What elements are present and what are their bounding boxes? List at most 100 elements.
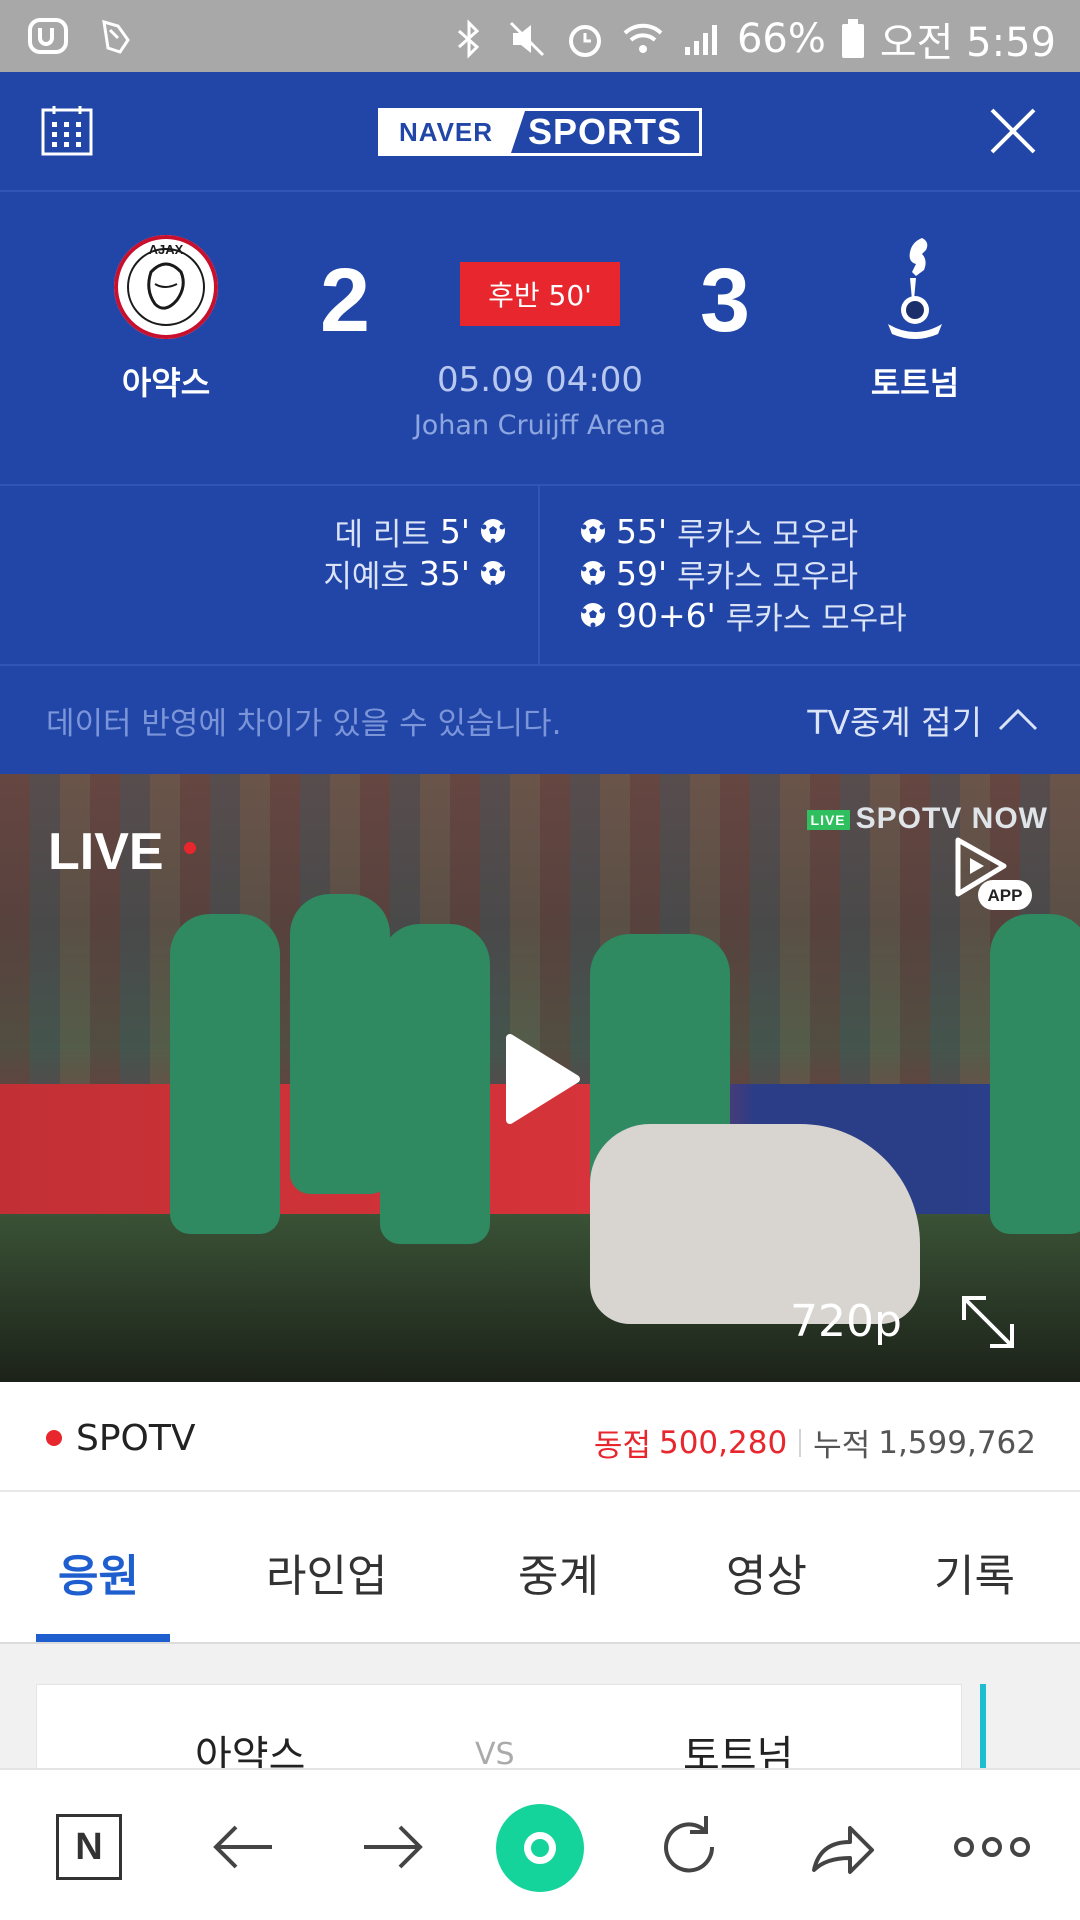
app-label: APP xyxy=(988,886,1023,905)
battery-percent: 66% xyxy=(736,16,826,62)
live-badge: LIVE xyxy=(806,810,850,831)
clock: 오전 5:59 xyxy=(879,20,1056,66)
live-label: LIVE xyxy=(48,823,164,881)
naver-home-button[interactable]: N xyxy=(56,1814,122,1880)
scorers-divider xyxy=(538,486,540,666)
away-scorers: 55' 루카스 모우라 59' 루카스 모우라 90+6' 루카스 모우라 xyxy=(580,510,907,637)
next-card-edge xyxy=(980,1684,986,1768)
alarm-icon xyxy=(568,25,601,57)
video-frame-player xyxy=(590,1124,920,1324)
naver-sports-logo[interactable]: NAVER SPORTS xyxy=(378,108,702,156)
wifi-icon xyxy=(623,23,663,53)
cheer-content: 아약스 VS 토트넘 xyxy=(0,1644,1080,1768)
goal-minute: 59' xyxy=(616,553,668,593)
scoreboard: AJAX 아약스 2 후반 50' 3 토트넘 05.09 04:00 Joha… xyxy=(0,192,1080,484)
away-score: 3 xyxy=(700,251,751,351)
tab-lineup[interactable]: 라인업 xyxy=(266,1540,387,1604)
goal-minute: 90+6' xyxy=(616,595,716,635)
goal-minute: 55' xyxy=(616,511,668,551)
home-score: 2 xyxy=(320,251,371,351)
scorer-name: 지예흐 xyxy=(323,558,409,595)
viewer-counts: 동접 500,280 누적 1,599,762 xyxy=(594,1420,1036,1465)
soccer-ball-icon xyxy=(481,561,505,586)
scorer-name: 루카스 모우라 xyxy=(677,516,859,553)
live-video-player[interactable]: LIVE LIVE SPOTV NOW APP 720p xyxy=(0,774,1080,1382)
browser-bottom-nav: N xyxy=(0,1768,1080,1920)
scorer-row: 55' 루카스 모우라 xyxy=(580,510,907,553)
match-datetime: 05.09 04:00 xyxy=(436,360,644,400)
video-frame-player xyxy=(990,914,1080,1234)
more-icon[interactable] xyxy=(952,1810,1032,1884)
cheer-vs: VS xyxy=(475,1737,515,1768)
tab-broadcast[interactable]: 중계 xyxy=(518,1540,599,1604)
viewer-separator xyxy=(799,1428,802,1457)
video-quality-button[interactable]: 720p xyxy=(790,1296,902,1347)
active-tab-indicator xyxy=(36,1634,170,1642)
logo-naver-text: NAVER xyxy=(398,116,494,147)
tv-toggle-label: TV중계 접기 xyxy=(807,703,982,742)
channel-live-dot xyxy=(46,1430,62,1446)
scorer-row: 90+6' 루카스 모우라 xyxy=(580,594,907,637)
total-count: 1,599,762 xyxy=(878,1424,1036,1461)
ajax-crest-icon: AJAX xyxy=(114,235,218,339)
cheer-away-team: 토트넘 xyxy=(683,1733,794,1768)
back-arrow-icon[interactable] xyxy=(206,1810,280,1884)
soccer-ball-icon xyxy=(581,603,605,628)
spotv-now-logo: LIVE SPOTV NOW xyxy=(806,802,1048,836)
cheer-home-team: 아약스 xyxy=(195,1733,306,1768)
goal-scorers: 데 리트 5' 지예흐 35' 55' 루카스 모우라 59' 루카스 모우라 … xyxy=(0,484,1080,666)
app-header: NAVER SPORTS xyxy=(0,72,1080,192)
scorer-row: 지예흐 35' xyxy=(323,552,506,595)
cheer-card[interactable]: 아약스 VS 토트넘 xyxy=(36,1684,962,1768)
forward-arrow-icon[interactable] xyxy=(356,1810,430,1884)
match-venue: Johan Cruijff Arena xyxy=(413,410,667,441)
video-frame-player xyxy=(380,924,490,1244)
tab-video[interactable]: 영상 xyxy=(726,1540,807,1604)
concurrent-label: 동접 xyxy=(593,1428,651,1464)
scorer-name: 데 리트 xyxy=(334,516,430,553)
share-icon[interactable] xyxy=(804,1810,878,1884)
green-dot-button[interactable] xyxy=(496,1804,584,1892)
status-bar: 66% 오전 5:59 xyxy=(0,0,1080,72)
calendar-icon[interactable] xyxy=(40,104,94,158)
home-scorers: 데 리트 5' 지예흐 35' xyxy=(323,510,506,595)
match-status-badge: 후반 50' xyxy=(460,262,620,326)
scorer-name: 루카스 모우라 xyxy=(725,600,907,637)
spotv-now-text: SPOTV NOW xyxy=(855,802,1048,835)
scorer-row: 데 리트 5' xyxy=(323,510,506,553)
goal-minute: 5' xyxy=(439,511,470,551)
data-notice-text: 데이터 반영에 차이가 있을 수 있습니다. xyxy=(46,706,562,742)
app-open-icon[interactable]: APP xyxy=(946,832,1036,922)
chevron-up-icon xyxy=(998,708,1038,731)
data-notice-bar: 데이터 반영에 차이가 있을 수 있습니다. TV중계 접기 xyxy=(0,666,1080,774)
hand-icon xyxy=(102,19,130,54)
battery-icon xyxy=(841,19,864,58)
tab-bar: 응원 라인업 중계 영상 기록 xyxy=(0,1492,1080,1644)
tottenham-crest-icon xyxy=(888,238,942,339)
logo-sports-text: SPORTS xyxy=(511,111,699,153)
live-dot xyxy=(184,842,196,854)
refresh-icon[interactable] xyxy=(652,1810,726,1884)
close-icon[interactable] xyxy=(986,104,1040,158)
green-dot-icon xyxy=(524,1832,556,1864)
tab-cheer[interactable]: 응원 xyxy=(58,1540,139,1604)
scorer-row: 59' 루카스 모우라 xyxy=(580,552,907,595)
tab-records[interactable]: 기록 xyxy=(934,1540,1015,1604)
soccer-ball-icon xyxy=(481,519,505,544)
soccer-ball-icon xyxy=(581,519,605,544)
signal-icon xyxy=(684,25,717,55)
soccer-ball-icon xyxy=(581,561,605,586)
fullscreen-icon[interactable] xyxy=(956,1290,1020,1354)
u-plus-icon xyxy=(28,18,68,54)
channel-info: SPOTV 동접 500,280 누적 1,599,762 xyxy=(0,1382,1080,1492)
ajax-crest-text: AJAX xyxy=(149,242,184,257)
channel-name: SPOTV xyxy=(76,1418,196,1459)
goal-minute: 35' xyxy=(418,553,470,593)
concurrent-count: 500,280 xyxy=(658,1424,788,1461)
play-icon[interactable] xyxy=(502,1032,582,1126)
scorer-name: 루카스 모우라 xyxy=(677,558,859,595)
tv-collapse-toggle[interactable]: TV중계 접기 xyxy=(807,696,1040,744)
bluetooth-icon xyxy=(457,19,480,59)
video-frame-player xyxy=(290,894,390,1194)
video-frame-player xyxy=(170,914,280,1234)
